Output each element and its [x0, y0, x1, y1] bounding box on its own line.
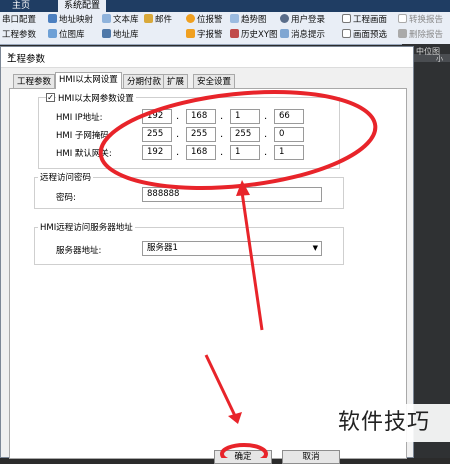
project-params-dialog: 工程参数 ✕ 工程参数 HMI以太网设置 分期付款 扩展 安全设置 ✓ HMI以…	[0, 46, 414, 459]
server-address-select[interactable]: 服务器1 ▼	[142, 241, 322, 256]
project-screen-checkbox[interactable]	[342, 14, 351, 23]
tab-extension[interactable]: 扩展	[163, 74, 189, 88]
remote-server-group-title: HMI远程访问服务器地址	[38, 221, 135, 233]
password-input[interactable]: 888888	[142, 187, 322, 202]
ip-address-label: HMI IP地址:	[56, 113, 103, 123]
mask-octet-4[interactable]: 0	[274, 127, 304, 142]
ribbon-text-library[interactable]: 文本库	[102, 13, 139, 28]
chevron-down-icon[interactable]: ▼	[313, 242, 318, 255]
gateway-separator: .	[220, 147, 224, 158]
ribbon-trend-chart[interactable]: 趋势图	[230, 13, 267, 28]
convert-report-checkbox[interactable]	[398, 14, 407, 23]
tab-installment[interactable]: 分期付款	[123, 74, 166, 88]
mask-separator: .	[264, 129, 268, 140]
tab-project-params[interactable]: 工程参数	[13, 74, 56, 88]
mask-octet-1[interactable]: 255	[142, 127, 172, 142]
close-icon[interactable]: ✕	[7, 51, 405, 62]
ribbon-word-alarm[interactable]: 字报警	[186, 28, 223, 43]
history-xy-icon	[230, 29, 239, 38]
cancel-button[interactable]: 取消	[282, 450, 340, 464]
server-address-value: 服务器1	[147, 243, 178, 253]
subnet-mask-label: HMI 子网掩码	[56, 131, 109, 141]
delete-report-icon	[398, 29, 407, 38]
mask-octet-3[interactable]: 255	[230, 127, 260, 142]
ribbon-project-params[interactable]: 工程参数	[2, 28, 36, 43]
ribbon-project-screen[interactable]: 工程画面	[342, 13, 387, 28]
ip-octet-2[interactable]: 168	[186, 109, 216, 124]
ethernet-group-title: HMI以太网参数设置	[56, 92, 136, 104]
remote-password-group-title: 远程访问密码	[38, 171, 94, 183]
word-alarm-icon	[186, 29, 195, 38]
gateway-separator: .	[264, 147, 268, 158]
mask-separator: .	[176, 129, 180, 140]
gateway-octet-3[interactable]: 1	[230, 145, 260, 160]
gateway-octet-4[interactable]: 1	[274, 145, 304, 160]
gateway-label: HMI 默认网关:	[56, 149, 112, 159]
gateway-octet-2[interactable]: 168	[186, 145, 216, 160]
ip-octet-4[interactable]: 66	[274, 109, 304, 124]
address-library-icon	[102, 29, 111, 38]
server-address-label: 服务器地址:	[56, 246, 102, 256]
address-mapping-icon	[48, 14, 57, 23]
ribbon-history-xy[interactable]: 历史XY图	[230, 28, 278, 43]
watermark: 软件技巧	[318, 404, 450, 442]
ribbon-tab-bar: 主页 系统配置	[0, 0, 450, 12]
ribbon-serial-config[interactable]: 串口配置	[2, 13, 36, 28]
text-library-icon	[102, 14, 111, 23]
screen-preselect-checkbox[interactable]	[342, 29, 351, 38]
ip-separator: .	[220, 111, 224, 122]
user-icon	[280, 14, 289, 23]
message-icon	[280, 29, 289, 38]
ribbon-address-library[interactable]: 地址库	[102, 28, 139, 43]
canvas-fragment-label-2: 小	[436, 55, 443, 63]
tab-hmi-ethernet[interactable]: HMI以太网设置	[55, 72, 122, 89]
gateway-separator: .	[176, 147, 180, 158]
tab-system-config[interactable]: 系统配置	[58, 0, 107, 12]
ribbon-convert-report[interactable]: 转换报告	[398, 13, 443, 28]
ribbon-screen-preselect[interactable]: 画面预选	[342, 28, 387, 43]
ip-separator: .	[176, 111, 180, 122]
ribbon-user-login[interactable]: 用户登录	[280, 13, 325, 28]
mask-separator: .	[220, 129, 224, 140]
password-label: 密码:	[56, 193, 76, 203]
tab-security[interactable]: 安全设置	[193, 74, 236, 88]
ethernet-enable-checkbox[interactable]: ✓	[46, 93, 55, 102]
ribbon-address-mapping[interactable]: 地址映射	[48, 13, 93, 28]
ok-button[interactable]: 确定	[214, 450, 272, 464]
ribbon-bit-alarm[interactable]: 位报警	[186, 13, 223, 28]
ip-octet-1[interactable]: 192	[142, 109, 172, 124]
ribbon-delete-report[interactable]: 删除报告	[398, 28, 443, 43]
mask-octet-2[interactable]: 255	[186, 127, 216, 142]
gateway-octet-1[interactable]: 192	[142, 145, 172, 160]
ribbon-toolbar: 串口配置 地址映射 文本库 邮件 位报警 趋势图 用户登录 工程画面 转换报告 …	[0, 12, 450, 45]
ip-octet-3[interactable]: 1	[230, 109, 260, 124]
alarm-icon	[186, 14, 195, 23]
bitmap-library-icon	[48, 29, 57, 38]
mail-icon	[144, 14, 153, 23]
dialog-title-bar: 工程参数 ✕	[1, 47, 413, 68]
ribbon-mail[interactable]: 邮件	[144, 13, 172, 28]
tab-home[interactable]: 主页	[6, 0, 36, 12]
ip-separator: .	[264, 111, 268, 122]
ribbon-message-prompt[interactable]: 消息提示	[280, 28, 325, 43]
trend-chart-icon	[230, 14, 239, 23]
ribbon-bitmap-library[interactable]: 位图库	[48, 28, 85, 43]
